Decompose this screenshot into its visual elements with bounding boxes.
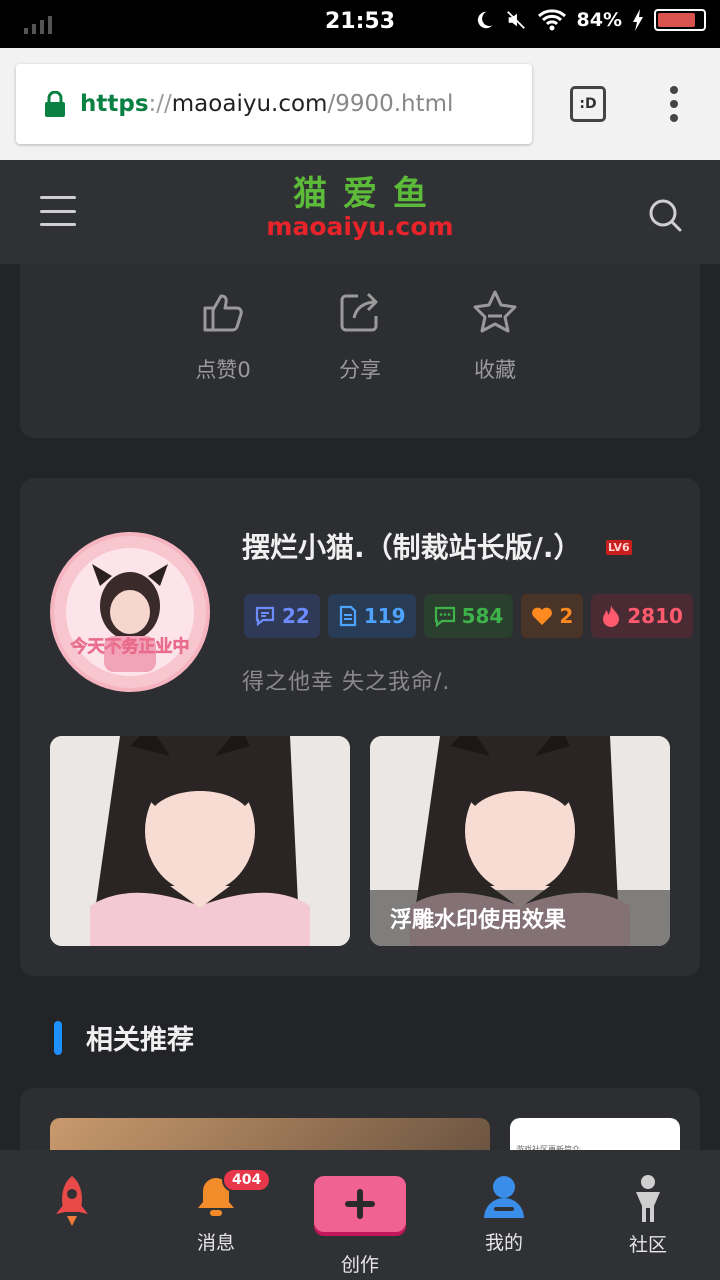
nav-community-label: 社区 — [628, 1234, 667, 1256]
nav-me-label: 我的 — [484, 1232, 523, 1254]
mute-icon — [506, 11, 525, 29]
site-header: 猫爱鱼 maoaiyu.com — [0, 160, 720, 264]
browser-toolbar: https://maoaiyu.com/9900.html :D — [0, 48, 720, 160]
battery-percent: 84% — [576, 9, 622, 31]
author-card: 今天不务正业中 摆烂小猫.（制裁站长版/.） LV6 22 119 584 2 … — [20, 478, 700, 976]
favorite-label: 收藏 — [474, 358, 516, 382]
message-badge: 404 — [222, 1168, 272, 1192]
level-badge: LV6 — [606, 540, 632, 555]
favorite-button[interactable]: 收藏 — [440, 288, 550, 384]
nav-messages[interactable]: 404 消息 — [166, 1168, 272, 1255]
heading-accent-bar — [54, 1020, 62, 1055]
plus-icon — [345, 1189, 375, 1219]
share-icon — [340, 292, 378, 332]
url-text: https://maoaiyu.com/9900.html — [80, 91, 454, 117]
nav-community[interactable]: 社区 — [598, 1174, 698, 1257]
author-motto: 得之他幸 失之我命/. — [242, 670, 451, 695]
related-title: 相关推荐 — [86, 1025, 194, 1056]
heart-icon — [532, 607, 553, 625]
share-label: 分享 — [339, 358, 381, 382]
stat-posts[interactable]: 119 — [327, 594, 416, 638]
charging-icon — [633, 9, 643, 31]
nav-create-label-wrap: 创作 — [310, 1246, 410, 1277]
bottom-nav: 404 消息 创作 我的 社区 — [0, 1150, 720, 1280]
create-button[interactable] — [314, 1176, 406, 1232]
like-button[interactable]: 点赞0 — [168, 288, 278, 384]
document-icon — [339, 605, 356, 627]
user-icon — [484, 1176, 524, 1218]
nav-messages-label: 消息 — [196, 1232, 235, 1254]
site-logo[interactable]: 猫爱鱼 maoaiyu.com — [0, 176, 720, 242]
rocket-icon — [56, 1176, 88, 1226]
share-button[interactable]: 分享 — [305, 288, 415, 384]
nav-create-label: 创作 — [340, 1254, 379, 1276]
like-label: 点赞 — [195, 358, 238, 382]
status-bar: 21:53 84% — [0, 0, 720, 48]
moon-icon — [477, 11, 492, 29]
address-bar[interactable]: https://maoaiyu.com/9900.html — [16, 64, 532, 144]
author-photo-2[interactable]: 浮雕水印使用效果 — [370, 736, 670, 946]
related-heading: 相关推荐 — [54, 1018, 194, 1057]
nav-home[interactable] — [22, 1174, 122, 1232]
stat-comments[interactable]: 22 — [244, 594, 320, 638]
stat-likes[interactable]: 2 — [521, 594, 584, 638]
battery-icon — [654, 9, 706, 31]
star-icon — [473, 290, 517, 333]
fire-icon — [603, 605, 620, 627]
author-photo-1[interactable] — [50, 736, 350, 946]
tab-switcher-button[interactable]: :D — [570, 86, 606, 122]
photo-caption: 浮雕水印使用效果 — [370, 890, 670, 946]
avatar[interactable]: 今天不务正业中 — [50, 532, 210, 692]
post-actions: 点赞0 分享 收藏 — [20, 264, 700, 438]
browser-menu-button[interactable] — [664, 86, 684, 122]
stat-popularity[interactable]: 2810 — [591, 594, 693, 638]
stat-messages[interactable]: 584 — [423, 594, 514, 638]
comment-icon — [255, 606, 275, 627]
wifi-icon — [537, 9, 566, 31]
thumbs-up-icon — [203, 294, 243, 332]
like-count: 0 — [237, 358, 251, 382]
avatar-text: 今天不务正业中 — [71, 636, 190, 657]
author-stats: 22 119 584 2 2810 — [244, 594, 693, 638]
person-icon — [636, 1175, 660, 1222]
author-name[interactable]: 摆烂小猫.（制裁站长版/.） — [242, 526, 582, 566]
chat-icon — [434, 606, 455, 627]
nav-me[interactable]: 我的 — [454, 1174, 554, 1255]
search-icon[interactable] — [648, 198, 682, 232]
lock-icon — [45, 91, 65, 117]
